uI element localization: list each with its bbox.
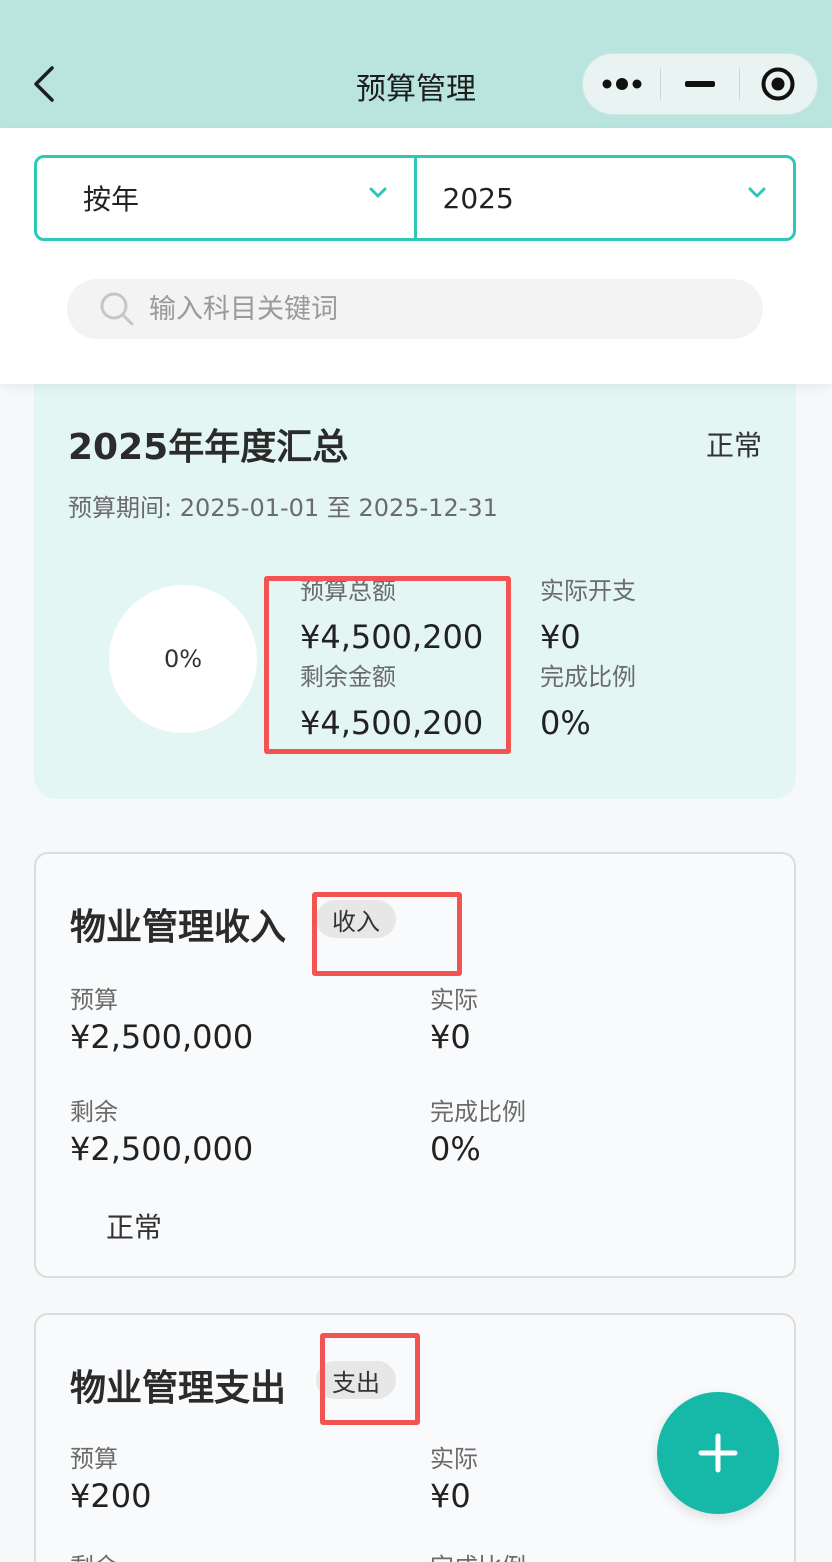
top-bar: 预算管理 <box>0 0 832 128</box>
actual-expense-value: ¥0 <box>540 618 581 656</box>
actual-value: ¥0 <box>430 1018 471 1056</box>
year-select[interactable]: 2025 <box>413 158 794 238</box>
mini-program-capsule <box>582 53 818 115</box>
remaining-label: 剩余 <box>70 1547 118 1562</box>
completion-value: 0% <box>540 704 591 742</box>
completion-stat: 完成比例 0% <box>540 662 636 744</box>
year-value: 2025 <box>442 181 514 215</box>
minimize-button[interactable] <box>661 54 738 114</box>
remaining-label: 剩余金额 <box>300 663 396 691</box>
completion-label: 完成比例 <box>430 1547 526 1562</box>
more-dots-icon <box>602 78 642 90</box>
chevron-down-icon <box>369 187 386 198</box>
summary-title: 2025年年度汇总 <box>68 427 349 468</box>
budget-value: ¥2,500,000 <box>70 1018 254 1056</box>
actual-value: ¥0 <box>430 1477 471 1515</box>
chevron-down-icon <box>748 187 766 198</box>
completion-value: 0% <box>430 1130 481 1168</box>
add-budget-button[interactable] <box>657 1392 779 1514</box>
actual-label: 实际 <box>430 986 478 1014</box>
item-status: 正常 <box>106 1211 163 1244</box>
completion-label: 完成比例 <box>430 1098 526 1126</box>
actual-expense-stat: 实际开支 ¥0 <box>540 576 636 658</box>
budget-label: 预算 <box>70 986 118 1014</box>
search-input[interactable] <box>149 293 709 325</box>
filter-panel: 按年 2025 <box>0 128 832 384</box>
target-circle-icon <box>761 67 795 101</box>
budget-item-card[interactable]: 物业管理收入 收入 预算 ¥2,500,000 实际 ¥0 剩余 ¥2,500,… <box>34 852 796 1278</box>
progress-circle: 0% <box>109 585 257 733</box>
completion-label: 完成比例 <box>540 663 636 691</box>
minus-icon <box>684 81 715 87</box>
annual-summary-card: 2025年年度汇总 正常 预算期间: 2025-01-01 至 2025-12-… <box>34 380 796 799</box>
budget-total-value: ¥4,500,200 <box>300 618 484 656</box>
budget-label: 预算 <box>70 1445 118 1473</box>
search-icon <box>100 292 134 326</box>
actual-expense-label: 实际开支 <box>540 577 636 605</box>
item-title: 物业管理收入 <box>70 907 287 948</box>
remaining-label: 剩余 <box>70 1098 118 1126</box>
item-type-tag: 支出 <box>316 1361 396 1399</box>
item-type-tag: 收入 <box>316 900 396 938</box>
budget-total-label: 预算总额 <box>300 577 396 605</box>
remaining-stat: 剩余金额 ¥4,500,200 <box>300 662 483 744</box>
budget-value: ¥200 <box>70 1477 152 1515</box>
more-button[interactable] <box>583 54 660 114</box>
progress-text: 0% <box>163 645 203 673</box>
summary-period: 预算期间: 2025-01-01 至 2025-12-31 <box>68 494 498 522</box>
period-type-select[interactable]: 按年 <box>37 158 414 238</box>
plus-icon <box>698 1433 738 1473</box>
item-title: 物业管理支出 <box>70 1368 287 1409</box>
remaining-value: ¥4,500,200 <box>300 704 484 742</box>
period-selector: 按年 2025 <box>34 155 796 241</box>
remaining-value: ¥2,500,000 <box>70 1130 254 1168</box>
close-button[interactable] <box>740 54 817 114</box>
actual-label: 实际 <box>430 1445 478 1473</box>
period-type-value: 按年 <box>83 183 140 216</box>
search-bar <box>67 279 763 339</box>
summary-status: 正常 <box>705 429 762 462</box>
budget-total-stat: 预算总额 ¥4,500,200 <box>300 576 483 658</box>
